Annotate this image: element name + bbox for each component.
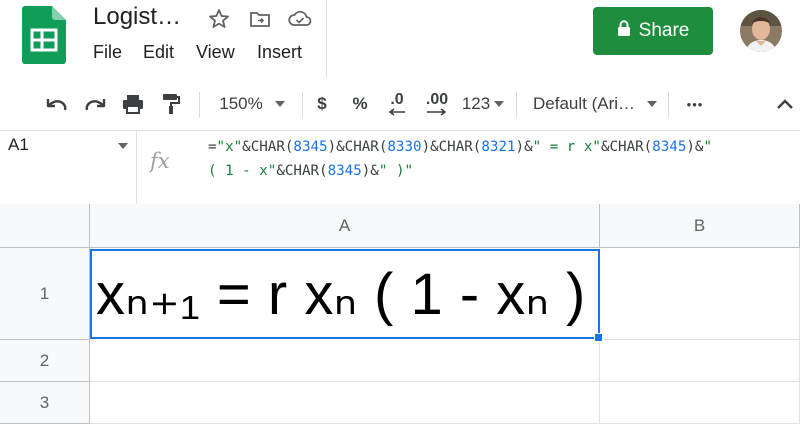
formula-token: 8345: [327, 163, 362, 179]
formula-token: =: [208, 139, 217, 155]
formula-token: )&CHAR(: [327, 139, 388, 155]
toolbar-divider: [668, 92, 669, 118]
formula-token: &CHAR(: [276, 163, 328, 179]
fill-handle[interactable]: [594, 333, 603, 342]
toolbar: 150% $ % .0 .00 123 Default (Ari… •••: [0, 78, 800, 131]
increase-decimals-button[interactable]: .00: [420, 78, 454, 130]
fx-icon: fx: [150, 149, 170, 173]
menu-file[interactable]: File: [93, 42, 122, 63]
formula-token: 8345: [652, 139, 687, 155]
share-button[interactable]: Share: [593, 7, 713, 55]
cell-b3[interactable]: [600, 382, 800, 424]
cell-a1[interactable]: xₙ₊₁ = r xₙ ( 1 - xₙ ): [90, 249, 600, 339]
formula-bar: A1 fx ="x"&CHAR(8345)&CHAR(8330)&CHAR(83…: [0, 131, 800, 205]
formula-line-1: ="x"&CHAR(8345)&CHAR(8330)&CHAR(8321)&" …: [208, 135, 798, 159]
collapse-icon[interactable]: [772, 78, 798, 130]
toolbar-divider: [302, 92, 303, 118]
font-select[interactable]: Default (Ari…: [530, 78, 660, 130]
row-header-1[interactable]: 1: [0, 248, 90, 340]
header-divider: [326, 0, 327, 78]
menu-edit[interactable]: Edit: [143, 42, 174, 63]
decrease-decimals-label: .0: [390, 91, 404, 108]
select-all-corner[interactable]: [0, 204, 90, 248]
cell-reference: A1: [8, 135, 29, 154]
increase-decimals-label: .00: [425, 91, 449, 108]
paint-format-icon[interactable]: [156, 78, 186, 130]
more-icon: •••: [686, 96, 704, 112]
currency-format-button[interactable]: $: [310, 78, 334, 130]
more-formats-button[interactable]: 123: [458, 78, 508, 130]
formula-token: 8330: [387, 139, 422, 155]
zoom-value: 150%: [219, 94, 263, 113]
formula-token: )&CHAR(: [421, 139, 482, 155]
print-icon[interactable]: [118, 78, 148, 130]
avatar[interactable]: [740, 10, 782, 52]
arrow-right-icon: [427, 108, 447, 116]
name-box[interactable]: A1: [0, 131, 137, 204]
more-formats-label: 123: [461, 94, 491, 113]
percent-label: %: [352, 94, 368, 113]
menu-insert[interactable]: Insert: [257, 42, 302, 63]
formula-line-2: ( 1 - x"&CHAR(8345)&" )": [208, 159, 798, 183]
formula-token: " )": [378, 163, 414, 179]
formula-token: "x": [216, 139, 243, 155]
formula-token: 8345: [293, 139, 328, 155]
toolbar-divider: [516, 92, 517, 118]
zoom-select[interactable]: 150%: [210, 78, 294, 130]
move-to-folder-icon[interactable]: [247, 6, 273, 32]
more-options-button[interactable]: •••: [680, 78, 710, 130]
percent-format-button[interactable]: %: [346, 78, 374, 130]
font-value: Default (Ari…: [532, 94, 636, 113]
chevron-down-icon: [274, 101, 285, 107]
cell-a3[interactable]: [90, 382, 600, 424]
chevron-down-icon: [118, 143, 128, 149]
toolbar-divider: [199, 92, 200, 118]
formula-token: 8321: [481, 139, 516, 155]
currency-label: $: [317, 94, 327, 113]
chevron-down-icon: [647, 101, 658, 107]
row-header-2[interactable]: 2: [0, 340, 90, 382]
share-label: Share: [638, 20, 690, 41]
formula-input[interactable]: ="x"&CHAR(8345)&CHAR(8330)&CHAR(8321)&" …: [208, 135, 798, 183]
spreadsheet-grid: A B 1 2 3 xₙ₊₁ = r xₙ ( 1 - xₙ ): [0, 204, 800, 424]
formula-token: ": [703, 139, 713, 155]
app-header: Logist… File Edit View Insert Share: [0, 0, 800, 78]
formula-token: &CHAR(: [600, 139, 653, 155]
formula-token: )&: [361, 163, 379, 179]
decrease-decimals-button[interactable]: .0: [382, 78, 412, 130]
column-header-b[interactable]: B: [600, 204, 800, 248]
formula-token: )&: [686, 139, 704, 155]
arrow-left-icon: [388, 108, 405, 116]
formula-token: " = r x": [532, 139, 601, 155]
cell-a1-value: xₙ₊₁ = r xₙ ( 1 - xₙ ): [96, 262, 586, 327]
cell-b2[interactable]: [600, 340, 800, 382]
star-icon[interactable]: [206, 6, 232, 32]
chevron-down-icon: [494, 101, 505, 107]
cloud-status-icon[interactable]: [287, 6, 313, 32]
sheets-logo[interactable]: [22, 6, 66, 64]
row-header-3[interactable]: 3: [0, 382, 90, 424]
column-header-a[interactable]: A: [90, 204, 600, 248]
cell-b1[interactable]: [600, 248, 800, 340]
formula-token: ( 1 - x": [208, 163, 277, 179]
lock-icon: [617, 19, 631, 43]
formula-token: &CHAR(: [242, 139, 294, 155]
redo-icon[interactable]: [80, 78, 110, 130]
undo-icon[interactable]: [42, 78, 72, 130]
menu-view[interactable]: View: [196, 42, 235, 63]
cell-a2[interactable]: [90, 340, 600, 382]
formula-token: )&: [515, 139, 533, 155]
document-title[interactable]: Logist…: [93, 3, 181, 31]
